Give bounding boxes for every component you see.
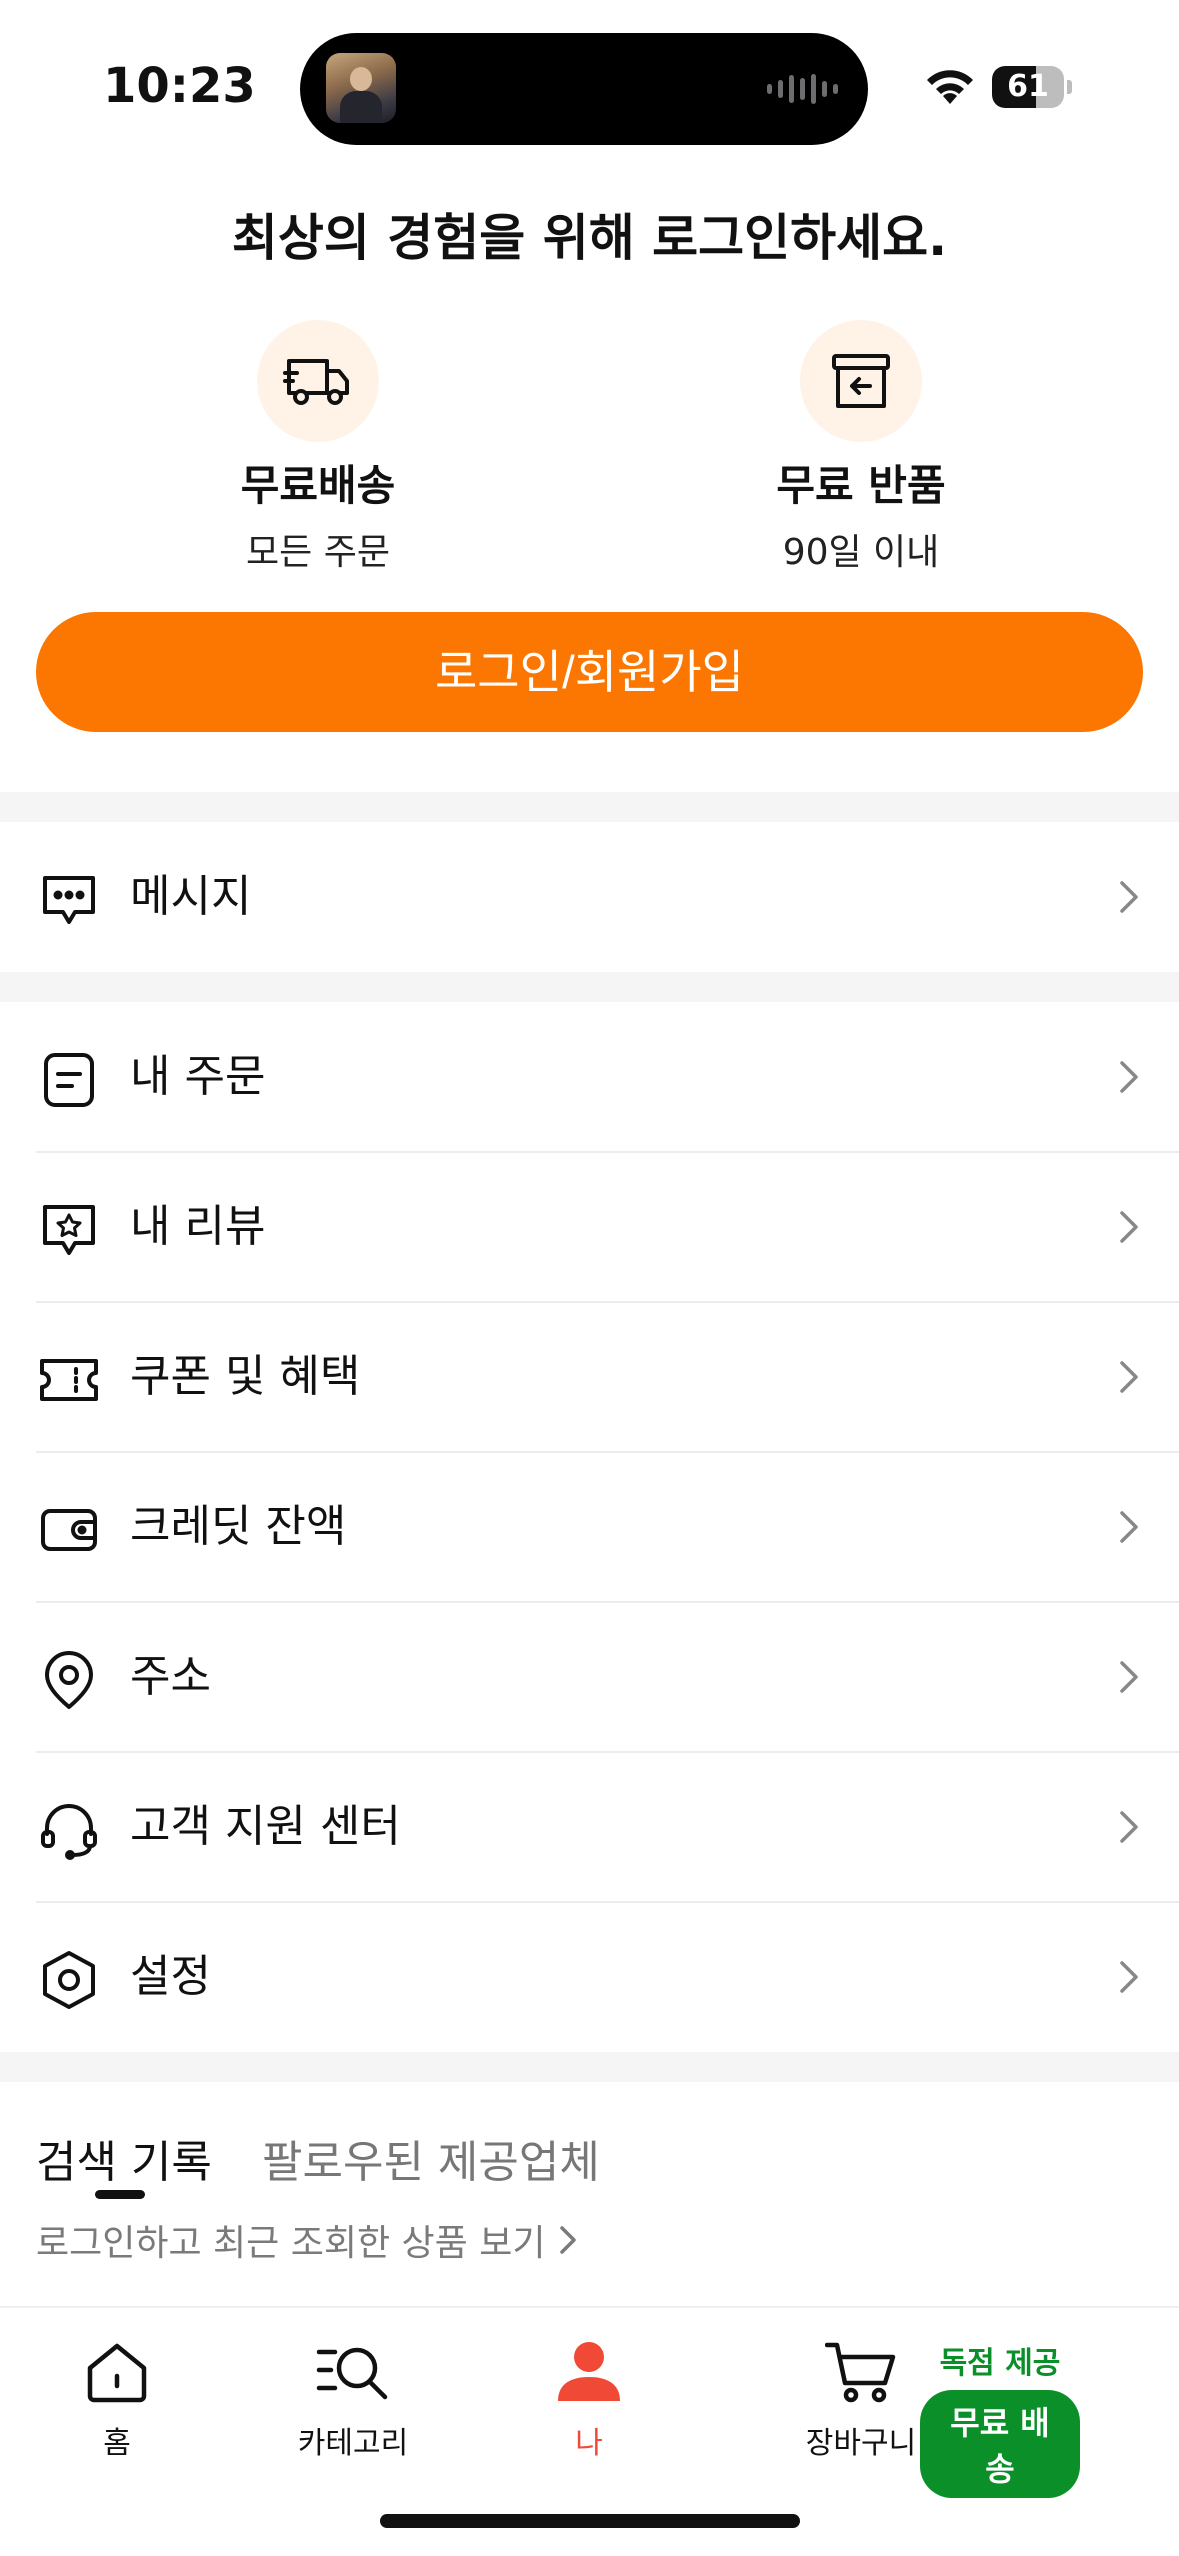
tab-search-history[interactable]: 검색 기록 <box>36 2126 212 2190</box>
chevron-right-icon <box>1120 881 1138 913</box>
tab-followed-providers[interactable]: 팔로우된 제공업체 <box>262 2126 600 2190</box>
recently-viewed-hint: 로그인하고 최근 조회한 상품 보기 <box>36 2223 546 2264</box>
status-time: 10:23 <box>103 58 256 114</box>
chevron-right-icon <box>1120 1961 1138 1993</box>
chevron-right-icon <box>1120 1061 1138 1093</box>
chat-bubble-icon <box>36 867 102 933</box>
dynamic-island[interactable] <box>300 33 868 145</box>
free-shipping-promo-tag[interactable]: 독점 제공 무료 배송 <box>920 2338 1080 2498</box>
status-bar: 10:23 61 <box>0 0 1179 170</box>
nav-label: 나 <box>575 2426 603 2461</box>
menu-item-messages[interactable]: 메시지 <box>0 822 1179 972</box>
login-signup-button[interactable]: 로그인/회원가입 <box>36 612 1143 732</box>
category-search-icon <box>313 2332 393 2412</box>
benefit-title: 무료배송 <box>240 461 396 510</box>
menu-item-my-orders[interactable]: 내 주문 <box>0 1002 1179 1152</box>
nav-label: 카테고리 <box>297 2426 409 2461</box>
person-icon <box>549 2332 629 2412</box>
headset-icon <box>36 1797 102 1863</box>
menu-item-customer-support[interactable]: 고객 지원 센터 <box>0 1752 1179 1902</box>
review-star-icon <box>36 1197 102 1263</box>
free-shipping-badge: 무료 배송 <box>920 2390 1080 2498</box>
coupon-icon <box>36 1347 102 1413</box>
chevron-right-icon <box>1120 1511 1138 1543</box>
now-playing-artwork <box>326 53 396 123</box>
truck-icon <box>257 320 379 442</box>
benefit-free-shipping: 무료배송 모든 주문 <box>168 320 468 575</box>
chevron-right-icon <box>1120 1211 1138 1243</box>
menu-item-label: 메시지 <box>130 871 252 922</box>
home-indicator[interactable] <box>380 2514 800 2528</box>
menu-item-my-reviews[interactable]: 내 리뷰 <box>0 1152 1179 1302</box>
chevron-right-icon <box>560 2226 577 2254</box>
order-list-icon <box>36 1047 102 1113</box>
exclusive-offer-label: 독점 제공 <box>939 2346 1061 2381</box>
menu-item-label: 설정 <box>130 1951 211 2002</box>
menu-item-label: 내 리뷰 <box>130 1201 266 1252</box>
cart-icon <box>821 2332 901 2412</box>
wallet-icon <box>36 1497 102 1563</box>
chevron-right-icon <box>1120 1361 1138 1393</box>
return-box-icon <box>800 320 922 442</box>
section-divider <box>0 2052 1179 2082</box>
chevron-right-icon <box>1120 1661 1138 1693</box>
section-divider <box>0 792 1179 822</box>
menu-item-label: 주소 <box>130 1651 211 1702</box>
menu-item-address[interactable]: 주소 <box>0 1602 1179 1752</box>
nav-home[interactable]: 홈 <box>17 2332 217 2462</box>
benefit-subtitle: 90일 이내 <box>782 532 940 573</box>
benefit-title: 무료 반품 <box>776 461 946 510</box>
history-tabs: 검색 기록 팔로우된 제공업체 <box>0 2080 1179 2190</box>
menu-item-label: 크레딧 잔액 <box>130 1501 347 1552</box>
battery-level: 61 <box>1007 69 1049 104</box>
menu-item-label: 고객 지원 센터 <box>130 1801 401 1852</box>
section-divider <box>0 972 1179 1002</box>
benefit-free-returns: 무료 반품 90일 이내 <box>711 320 1011 575</box>
menu-item-settings[interactable]: 설정 <box>0 1902 1179 2052</box>
recently-viewed-link[interactable]: 로그인하고 최근 조회한 상품 보기 <box>36 2214 579 2266</box>
audio-wave-icon <box>767 73 838 105</box>
chevron-right-icon <box>1120 1811 1138 1843</box>
menu-item-label: 내 주문 <box>130 1051 266 1102</box>
location-pin-icon <box>36 1647 102 1713</box>
login-prompt-title: 최상의 경험을 위해 로그인하세요. <box>231 209 948 267</box>
nav-me[interactable]: 나 <box>489 2332 689 2462</box>
menu-item-coupons[interactable]: 쿠폰 및 혜택 <box>0 1302 1179 1452</box>
battery-indicator: 61 <box>992 66 1072 108</box>
nav-category[interactable]: 카테고리 <box>253 2332 453 2462</box>
home-icon <box>77 2332 157 2412</box>
menu-item-credit-balance[interactable]: 크레딧 잔액 <box>0 1452 1179 1602</box>
menu-item-label: 쿠폰 및 혜택 <box>130 1351 361 1402</box>
settings-hexagon-icon <box>36 1947 102 2013</box>
benefit-subtitle: 모든 주문 <box>246 532 390 573</box>
wifi-icon <box>927 70 973 104</box>
nav-label: 홈 <box>103 2426 131 2461</box>
active-tab-indicator <box>95 2190 145 2199</box>
